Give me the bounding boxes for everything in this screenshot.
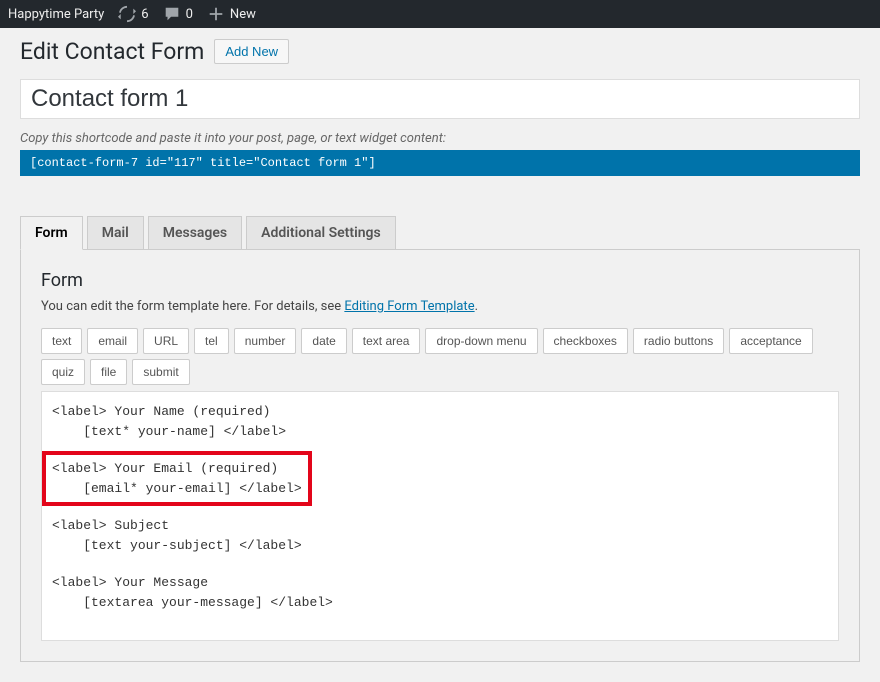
- tab-messages[interactable]: Messages: [148, 216, 242, 249]
- tag-generator-buttons: textemailURLtelnumberdatetext areadrop-d…: [41, 328, 839, 385]
- tag-btn-email[interactable]: email: [87, 328, 138, 354]
- panel-description: You can edit the form template here. For…: [41, 299, 839, 314]
- editing-form-template-link[interactable]: Editing Form Template: [344, 299, 474, 314]
- tag-btn-number[interactable]: number: [234, 328, 297, 354]
- add-new-button[interactable]: Add New: [214, 39, 289, 64]
- panel-heading: Form: [41, 270, 839, 291]
- admin-bar-updates[interactable]: 6: [118, 5, 148, 23]
- plus-icon: [207, 5, 225, 23]
- shortcode-display[interactable]: [contact-form-7 id="117" title="Contact …: [20, 150, 860, 176]
- comment-count: 0: [186, 7, 193, 22]
- form-title-input[interactable]: [20, 79, 860, 119]
- tab-form[interactable]: Form: [20, 216, 83, 250]
- tag-btn-radio-buttons[interactable]: radio buttons: [633, 328, 724, 354]
- tag-btn-acceptance[interactable]: acceptance: [729, 328, 812, 354]
- admin-bar: Happytime Party 6 0 New: [0, 0, 880, 28]
- refresh-icon: [118, 5, 136, 23]
- content-area: Edit Contact Form Add New Copy this shor…: [0, 28, 880, 682]
- form-template-editor[interactable]: <label> Your Name (required) [text* your…: [41, 391, 839, 641]
- tag-btn-quiz[interactable]: quiz: [41, 359, 85, 385]
- code-block: <label> Your Name (required) [text* your…: [52, 402, 828, 441]
- site-name-label: Happytime Party: [8, 7, 104, 22]
- tag-btn-file[interactable]: file: [90, 359, 127, 385]
- admin-bar-site[interactable]: Happytime Party: [8, 7, 104, 22]
- panel-desc-suffix: .: [475, 299, 478, 314]
- admin-bar-comments[interactable]: 0: [163, 5, 193, 23]
- page-title: Edit Contact Form: [20, 38, 204, 65]
- tabs-wrap: FormMailMessagesAdditional Settings Form…: [20, 216, 860, 662]
- tab-nav: FormMailMessagesAdditional Settings: [20, 216, 860, 250]
- code-block: <label> Your Email (required) [email* yo…: [52, 459, 828, 498]
- update-count: 6: [141, 7, 148, 22]
- tag-btn-text-area[interactable]: text area: [352, 328, 421, 354]
- comment-icon: [163, 5, 181, 23]
- tag-btn-submit[interactable]: submit: [132, 359, 189, 385]
- tag-btn-checkboxes[interactable]: checkboxes: [543, 328, 628, 354]
- tag-btn-tel[interactable]: tel: [194, 328, 229, 354]
- tab-content: Form You can edit the form template here…: [20, 250, 860, 662]
- admin-bar-new[interactable]: New: [207, 5, 256, 23]
- panel-desc-prefix: You can edit the form template here. For…: [41, 299, 344, 314]
- tab-mail[interactable]: Mail: [87, 216, 144, 249]
- code-block: <label> Your Message [textarea your-mess…: [52, 573, 828, 612]
- tag-btn-drop-down-menu[interactable]: drop-down menu: [425, 328, 537, 354]
- tag-btn-date[interactable]: date: [301, 328, 346, 354]
- tag-btn-URL[interactable]: URL: [143, 328, 189, 354]
- tab-additional-settings[interactable]: Additional Settings: [246, 216, 396, 249]
- new-label: New: [230, 7, 256, 22]
- code-block: <label> Subject [text your-subject] </la…: [52, 516, 828, 555]
- tag-btn-text[interactable]: text: [41, 328, 82, 354]
- page-header: Edit Contact Form Add New: [20, 38, 860, 65]
- shortcode-help-text: Copy this shortcode and paste it into yo…: [20, 131, 860, 146]
